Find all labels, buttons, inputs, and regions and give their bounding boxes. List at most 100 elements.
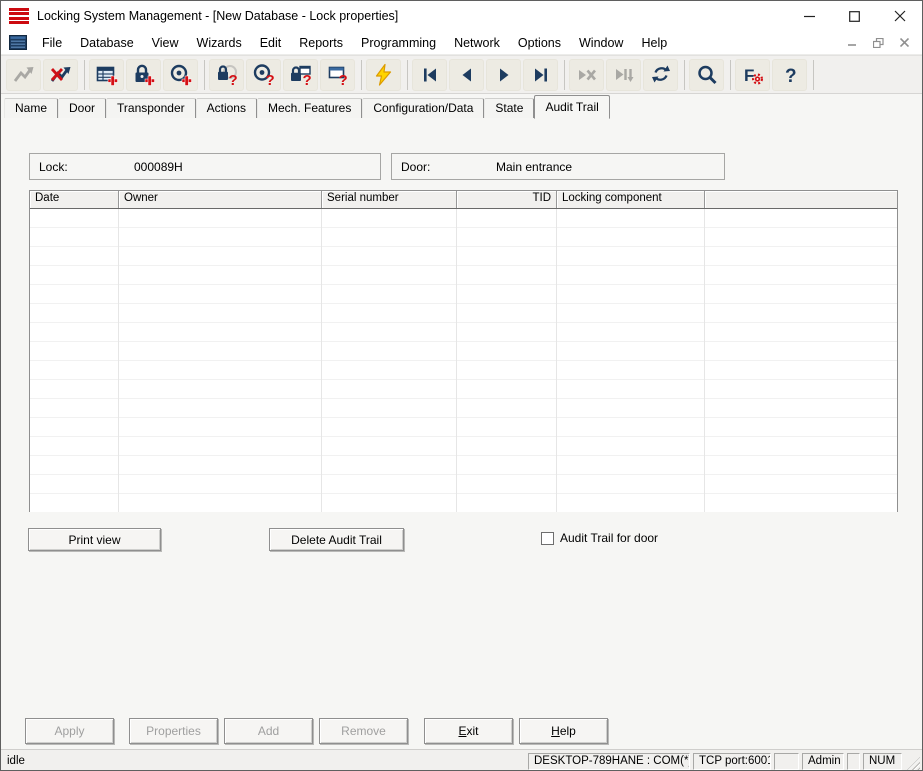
read-config-button[interactable]: ? xyxy=(320,58,355,91)
last-record-button[interactable] xyxy=(523,58,558,91)
filter-button[interactable]: F xyxy=(735,58,770,91)
disconnect-button[interactable] xyxy=(43,58,78,91)
program-button[interactable] xyxy=(366,58,401,91)
status-empty-2 xyxy=(847,752,860,770)
maximize-button[interactable] xyxy=(832,1,877,31)
table-column-owner xyxy=(119,209,322,512)
column-header-tid[interactable]: TID xyxy=(457,191,557,208)
menu-help[interactable]: Help xyxy=(632,33,676,53)
first-record-button[interactable] xyxy=(412,58,447,91)
toolbar-separator xyxy=(684,59,685,90)
lock-label: Lock: xyxy=(39,159,68,174)
apply-button[interactable]: Apply xyxy=(25,718,114,744)
tab-audit-trail[interactable]: Audit Trail xyxy=(534,95,610,119)
tab-door[interactable]: Door xyxy=(58,98,107,118)
menu-window[interactable]: Window xyxy=(570,33,632,53)
resize-grip[interactable] xyxy=(905,757,920,770)
menu-wizards[interactable]: Wizards xyxy=(188,33,251,53)
table-column-empty xyxy=(705,209,897,512)
document-window-icon xyxy=(9,35,27,50)
status-user: Admin xyxy=(802,752,844,770)
menu-edit[interactable]: Edit xyxy=(251,33,291,53)
add-transponder-icon xyxy=(170,64,192,86)
read-lock-config-icon: ? xyxy=(290,65,311,87)
mdi-minimize-button[interactable] xyxy=(842,35,862,51)
column-header-date[interactable]: Date xyxy=(30,191,119,208)
refresh-icon xyxy=(651,65,670,82)
menu-network[interactable]: Network xyxy=(445,33,509,53)
svg-text:?: ? xyxy=(228,72,237,87)
column-header-owner[interactable]: Owner xyxy=(119,191,322,208)
read-transponder-button[interactable]: ? xyxy=(246,58,281,91)
add-locking-system-button[interactable] xyxy=(89,58,124,91)
mdi-minimize-icon xyxy=(847,44,856,46)
menu-view[interactable]: View xyxy=(143,33,188,53)
add-locking-system-icon xyxy=(96,66,118,86)
tab-mech-features[interactable]: Mech. Features xyxy=(256,98,363,118)
table-header-row: Date Owner Serial number TID Locking com… xyxy=(30,191,897,209)
column-header-locking-component[interactable]: Locking component xyxy=(557,191,705,208)
next-record-button[interactable] xyxy=(486,58,521,91)
audit-trail-for-door-checkbox[interactable] xyxy=(541,531,554,545)
menu-options[interactable]: Options xyxy=(509,33,570,53)
search-button[interactable] xyxy=(689,58,724,91)
table-body[interactable] xyxy=(30,209,897,512)
menu-reports[interactable]: Reports xyxy=(290,33,352,53)
next-marked-record-button[interactable] xyxy=(606,58,641,91)
help-button[interactable]: ? xyxy=(772,58,807,91)
audit-trail-for-door-label: Audit Trail for door xyxy=(560,531,659,545)
menu-file[interactable]: File xyxy=(33,33,71,53)
status-message: idle xyxy=(7,755,25,767)
tab-actions[interactable]: Actions xyxy=(195,98,257,118)
previous-record-button[interactable] xyxy=(449,58,484,91)
tab-configuration-data[interactable]: Configuration/Data xyxy=(362,98,485,118)
print-view-button[interactable]: Print view xyxy=(28,528,161,551)
cancel-record-button[interactable] xyxy=(569,58,604,91)
exit-button[interactable]: Exit xyxy=(424,718,513,744)
audit-trail-for-door-option: Audit Trail for door xyxy=(541,531,658,545)
mdi-restore-button[interactable] xyxy=(868,35,888,51)
add-transponder-button[interactable] xyxy=(163,58,198,91)
toolbar-separator xyxy=(84,59,85,90)
column-header-serial-number[interactable]: Serial number xyxy=(322,191,457,208)
status-empty-1 xyxy=(774,752,799,770)
svg-text:?: ? xyxy=(338,72,347,87)
toolbar-separator xyxy=(564,59,565,90)
filter-icon: F xyxy=(744,66,763,85)
app-logo-icon xyxy=(9,8,29,24)
column-header-empty[interactable] xyxy=(705,191,897,208)
search-icon xyxy=(697,65,717,84)
tab-transponder[interactable]: Transponder xyxy=(106,98,196,118)
remove-button[interactable]: Remove xyxy=(319,718,408,744)
read-lock-button[interactable]: ? xyxy=(209,58,244,91)
delete-audit-trail-button[interactable]: Delete Audit Trail xyxy=(269,528,404,551)
properties-button[interactable]: Properties xyxy=(129,718,218,744)
connect-button[interactable] xyxy=(6,58,41,91)
refresh-button[interactable] xyxy=(643,58,678,91)
status-host-com: DESKTOP-789HANE : COM(*) xyxy=(528,752,690,770)
audit-trail-table: Date Owner Serial number TID Locking com… xyxy=(29,190,898,512)
cancel-record-icon xyxy=(578,69,596,80)
mdi-close-button[interactable] xyxy=(894,35,914,51)
help-icon: ? xyxy=(785,66,797,87)
tab-state[interactable]: State xyxy=(484,98,535,118)
add-lock-icon xyxy=(135,64,155,86)
toolbar-separator xyxy=(407,59,408,90)
read-config-icon: ? xyxy=(328,66,347,87)
tab-page-audit-trail: Name Door Transponder Actions Mech. Feat… xyxy=(1,94,922,749)
add-button[interactable]: Add xyxy=(224,718,313,744)
table-column-date xyxy=(30,209,119,512)
menu-programming[interactable]: Programming xyxy=(352,33,445,53)
help-footer-button[interactable]: Help xyxy=(519,718,608,744)
status-num-lock: NUM xyxy=(863,752,902,770)
lock-field: Lock: 000089H xyxy=(29,153,381,180)
toolbar-separator xyxy=(204,59,205,90)
tab-name[interactable]: Name xyxy=(4,98,59,118)
minimize-button[interactable] xyxy=(787,1,832,31)
menu-database[interactable]: Database xyxy=(71,33,143,53)
close-button[interactable] xyxy=(877,1,922,31)
footer-button-bar: Apply Properties Add Remove Exit Help xyxy=(1,718,922,745)
add-lock-button[interactable] xyxy=(126,58,161,91)
read-lock-config-button[interactable]: ? xyxy=(283,58,318,91)
window-title: Locking System Management - [New Databas… xyxy=(37,9,399,23)
